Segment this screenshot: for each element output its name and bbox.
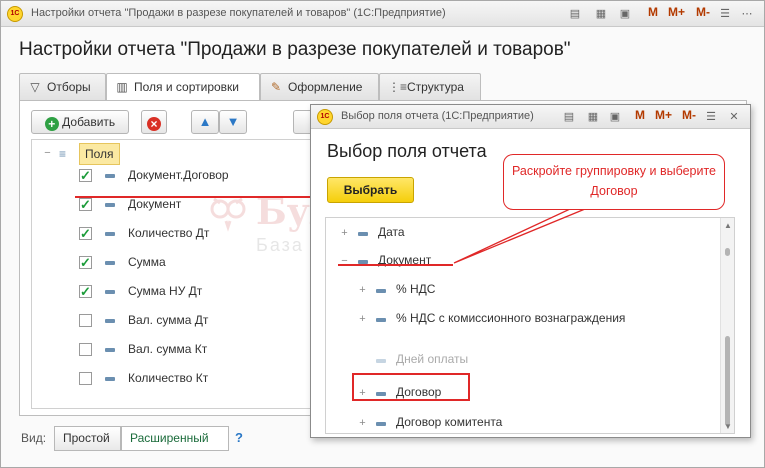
- expand-icon[interactable]: +: [358, 418, 367, 429]
- field-label[interactable]: Вал. сумма Дт: [128, 313, 208, 342]
- highlight-box: [352, 373, 470, 401]
- filter-icon: ▽: [30, 80, 40, 94]
- add-button[interactable]: + Добавить: [31, 110, 129, 134]
- field-checkbox[interactable]: ✓: [79, 227, 92, 240]
- memory-plus-button[interactable]: M+: [655, 108, 672, 122]
- menu-icon[interactable]: ☰: [703, 109, 719, 125]
- underline-annotation-dialog: [338, 264, 453, 266]
- tab-label: Оформление: [288, 80, 363, 94]
- scroll-down-icon[interactable]: ▼: [724, 422, 732, 431]
- memory-minus-button[interactable]: M-: [696, 5, 710, 19]
- dialog-title-bar: 1С Выбор поля отчета (1С:Предприятие) ▤ …: [311, 105, 750, 129]
- print-icon[interactable]: ▤: [567, 6, 583, 22]
- tree-item-label[interactable]: Договор комитента: [396, 415, 502, 433]
- field-icon: [358, 232, 368, 236]
- menu-icon[interactable]: ☰: [717, 6, 733, 22]
- field-label[interactable]: Документ: [128, 197, 181, 226]
- app-logo-icon: 1С: [7, 6, 23, 22]
- field-checkbox[interactable]: [79, 343, 92, 356]
- dialog-heading: Выбор поля отчета: [327, 141, 487, 161]
- field-label[interactable]: Количество Кт: [128, 371, 208, 400]
- field-label[interactable]: Количество Дт: [128, 226, 209, 255]
- field-icon: [105, 377, 115, 381]
- field-icon: [105, 290, 115, 294]
- calculator-icon[interactable]: ▦: [585, 109, 601, 125]
- close-icon[interactable]: ✕: [726, 109, 742, 125]
- select-button[interactable]: Выбрать: [327, 177, 414, 203]
- field-checkbox[interactable]: ✓: [79, 285, 92, 298]
- move-down-button[interactable]: ▼: [219, 110, 247, 134]
- fields-icon: ▥: [116, 80, 128, 94]
- field-checkbox[interactable]: [79, 372, 92, 385]
- field-icon: [105, 348, 115, 352]
- memory-minus-button[interactable]: M-: [682, 108, 696, 122]
- field-checkbox[interactable]: [79, 314, 92, 327]
- scroll-thumb[interactable]: [725, 336, 730, 426]
- view-extended-button[interactable]: Расширенный: [121, 426, 229, 451]
- brush-icon: ✎: [270, 80, 282, 94]
- field-icon: [376, 318, 386, 322]
- tree-item-label[interactable]: Дата: [378, 225, 405, 254]
- window-title: Настройки отчета "Продажи в разрезе поку…: [31, 7, 446, 19]
- move-up-button[interactable]: ▲: [191, 110, 219, 134]
- field-icon: [376, 422, 386, 426]
- tree-item-label[interactable]: % НДС: [396, 282, 435, 311]
- structure-icon: ⋮≡: [388, 80, 408, 94]
- field-icon: [105, 203, 115, 207]
- underline-annotation: [75, 196, 313, 198]
- view-label: Вид:: [21, 431, 47, 445]
- collapse-icon[interactable]: −: [43, 148, 52, 159]
- field-checkbox[interactable]: ✓: [79, 169, 92, 182]
- tab-fields-sorting[interactable]: ▥ Поля и сортировки: [106, 73, 260, 101]
- expand-icon[interactable]: +: [358, 314, 367, 325]
- form-title: Настройки отчета "Продажи в разрезе поку…: [19, 39, 571, 60]
- fields-group-icon: ≡: [59, 147, 67, 161]
- expand-icon[interactable]: +: [358, 285, 367, 296]
- dialog-window-title: Выбор поля отчета (1С:Предприятие): [341, 110, 534, 122]
- field-icon: [376, 289, 386, 293]
- tab-label: Поля и сортировки: [134, 80, 239, 94]
- scroll-thumb-top[interactable]: [725, 248, 730, 256]
- field-checkbox[interactable]: ✓: [79, 256, 92, 269]
- calculator-icon[interactable]: ▦: [593, 6, 609, 22]
- tab-structure[interactable]: ⋮≡Структура: [379, 73, 481, 100]
- scrollbar[interactable]: ▲ ▼: [720, 218, 734, 433]
- calendar-icon[interactable]: ▣: [617, 6, 633, 22]
- tab-label: Структура: [407, 80, 464, 94]
- field-label[interactable]: Сумма НУ Дт: [128, 284, 202, 313]
- fields-root-item[interactable]: Поля: [79, 143, 120, 165]
- expand-icon[interactable]: +: [340, 228, 349, 239]
- scroll-up-icon[interactable]: ▲: [724, 221, 732, 230]
- field-icon: [105, 261, 115, 265]
- plus-icon: +: [44, 117, 59, 131]
- tab-appearance[interactable]: ✎ Оформление: [260, 73, 379, 100]
- delete-icon: ×: [147, 117, 161, 131]
- arrow-up-icon: ▲: [198, 114, 212, 129]
- title-bar: 1С Настройки отчета "Продажи в разрезе п…: [1, 1, 764, 27]
- dialog-logo-icon: 1С: [317, 109, 333, 125]
- print-icon[interactable]: ▤: [561, 109, 577, 125]
- field-icon: [376, 359, 386, 363]
- field-icon: [105, 232, 115, 236]
- calendar-icon[interactable]: ▣: [607, 109, 623, 125]
- field-checkbox[interactable]: ✓: [79, 198, 92, 211]
- arrow-down-icon: ▼: [226, 114, 240, 129]
- memory-m-button[interactable]: M: [648, 5, 658, 19]
- annotation-callout: Раскройте группировку и выберите Договор: [503, 154, 725, 210]
- help-icon[interactable]: ?: [235, 430, 243, 445]
- view-simple-button[interactable]: Простой: [54, 426, 121, 451]
- tab-label: Отборы: [47, 80, 91, 94]
- memory-m-button[interactable]: M: [635, 108, 645, 122]
- field-label[interactable]: Вал. сумма Кт: [128, 342, 207, 371]
- field-label[interactable]: Сумма: [128, 255, 166, 284]
- tree-item-label[interactable]: % НДС с комиссионного вознаграждения: [396, 311, 625, 340]
- tab-filters[interactable]: ▽ Отборы: [19, 73, 106, 100]
- tree-item-label[interactable]: Документ: [378, 253, 431, 282]
- field-icon: [105, 174, 115, 178]
- memory-plus-button[interactable]: M+: [668, 5, 685, 19]
- more-icon[interactable]: ⋯: [739, 6, 755, 22]
- add-button-label: Добавить: [62, 115, 116, 129]
- field-icon: [105, 319, 115, 323]
- delete-button[interactable]: ×: [141, 110, 167, 134]
